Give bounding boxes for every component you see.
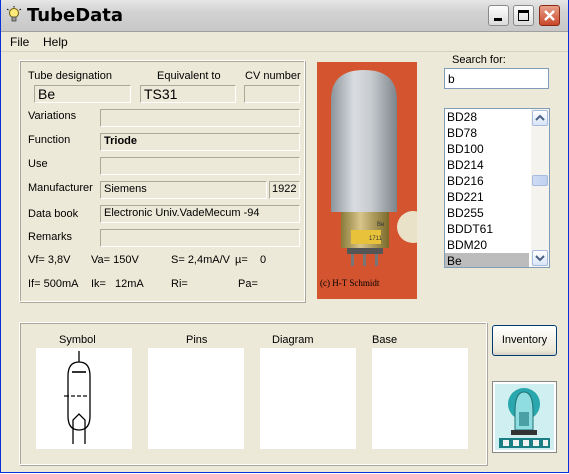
close-button[interactable]	[539, 5, 560, 26]
base-box	[372, 348, 468, 449]
use-field[interactable]	[100, 157, 300, 175]
tube-list-item[interactable]: BD221	[445, 189, 529, 205]
maximize-icon	[518, 10, 529, 21]
data-book-field[interactable]: Electronic Univ.VadeMecum -94	[100, 205, 300, 223]
tube-list-item[interactable]: BD28	[445, 109, 529, 125]
tube-designation-field[interactable]: Be	[34, 85, 131, 103]
ik-label: Ik=	[91, 278, 106, 290]
va-value: Va= 150V	[91, 254, 139, 266]
function-field[interactable]: Triode	[100, 133, 300, 151]
triode-symbol-icon	[64, 351, 91, 444]
remarks-label: Remarks	[28, 231, 73, 243]
symbol-label: Symbol	[59, 334, 96, 346]
menu-help[interactable]: Help	[43, 35, 68, 49]
close-icon	[544, 10, 555, 21]
manufacturer-field[interactable]: Siemens	[100, 181, 267, 199]
s-value: S= 2,4mA/V	[171, 254, 231, 266]
data-book-label: Data book	[28, 208, 79, 220]
mu-label: µ=	[235, 254, 248, 266]
tube-list-item[interactable]: Be	[445, 253, 529, 267]
chevron-down-icon	[535, 255, 545, 262]
window-title: TubeData	[27, 5, 124, 26]
mu-value: 0	[260, 254, 267, 266]
variations-label: Variations	[28, 110, 77, 122]
lightbulb-icon	[6, 6, 22, 22]
tube-list-item[interactable]: BD216	[445, 173, 529, 189]
pins-box	[148, 348, 244, 449]
tube-list-item[interactable]: BD214	[445, 157, 529, 173]
if-value: If= 500mA	[28, 278, 79, 290]
main-window: TubeData File Help Tube designation Equi…	[0, 0, 569, 473]
photo-print-2: 1711	[369, 236, 383, 242]
scroll-up-button[interactable]	[532, 110, 548, 126]
base-label: Base	[372, 334, 398, 346]
manufacturer-label: Manufacturer	[28, 182, 93, 194]
scroll-thumb[interactable]	[532, 175, 548, 186]
minimize-icon	[494, 18, 502, 21]
inventory-button[interactable]: Inventory	[492, 325, 557, 356]
minimize-button[interactable]	[488, 5, 509, 26]
tube-photo: Be 1711 (c) H-T Schmidt	[317, 62, 417, 299]
diagram-label: Diagram	[272, 334, 314, 346]
title-bar[interactable]: TubeData	[1, 0, 568, 32]
tube-list-scrollbar[interactable]	[531, 109, 549, 267]
use-label: Use	[28, 158, 48, 170]
tube-list-item[interactable]: BDDT61	[445, 221, 529, 237]
tube-logo-icon	[495, 384, 554, 450]
pins-label: Pins	[186, 334, 208, 346]
tube-list-item[interactable]: BD255	[445, 205, 529, 221]
menu-file[interactable]: File	[10, 35, 29, 49]
equivalent-field[interactable]: TS31	[140, 85, 236, 103]
year-field[interactable]: 1922	[269, 181, 300, 199]
vf-value: Vf= 3,8V	[28, 254, 71, 266]
tube-photo-image: Be 1711 (c) H-T Schmidt	[320, 70, 417, 288]
equivalent-label: Equivalent to	[157, 70, 221, 82]
photo-credit: (c) H-T Schmidt	[320, 278, 380, 288]
variations-field[interactable]	[100, 109, 300, 127]
cv-number-label: CV number	[245, 70, 301, 82]
ik-value: 12mA	[115, 278, 144, 290]
chevron-up-icon	[535, 114, 545, 121]
tubedata-logo	[492, 381, 557, 453]
scroll-down-button[interactable]	[532, 250, 548, 266]
cv-number-field[interactable]	[244, 85, 300, 103]
symbol-box	[36, 348, 132, 449]
diagram-box	[260, 348, 356, 449]
tube-list-item[interactable]: BD100	[445, 141, 529, 157]
tube-designation-label: Tube designation	[28, 70, 112, 82]
pa-value: Pa=	[238, 278, 258, 290]
tube-list[interactable]: BD28 BD78 BD100 BD214 BD216 BD221 BD255 BDDT61 B…	[444, 108, 550, 268]
photo-print-1: Be	[377, 222, 385, 228]
tube-list-item[interactable]: BDM20	[445, 237, 529, 253]
function-label: Function	[28, 134, 71, 146]
tube-list-item[interactable]: BD78	[445, 125, 529, 141]
search-input[interactable]	[444, 68, 549, 89]
menu-bar: File Help	[1, 32, 568, 52]
search-label: Search for:	[452, 54, 506, 66]
maximize-button[interactable]	[513, 5, 534, 26]
ri-value: Ri=	[171, 278, 188, 290]
remarks-field[interactable]	[100, 229, 300, 247]
